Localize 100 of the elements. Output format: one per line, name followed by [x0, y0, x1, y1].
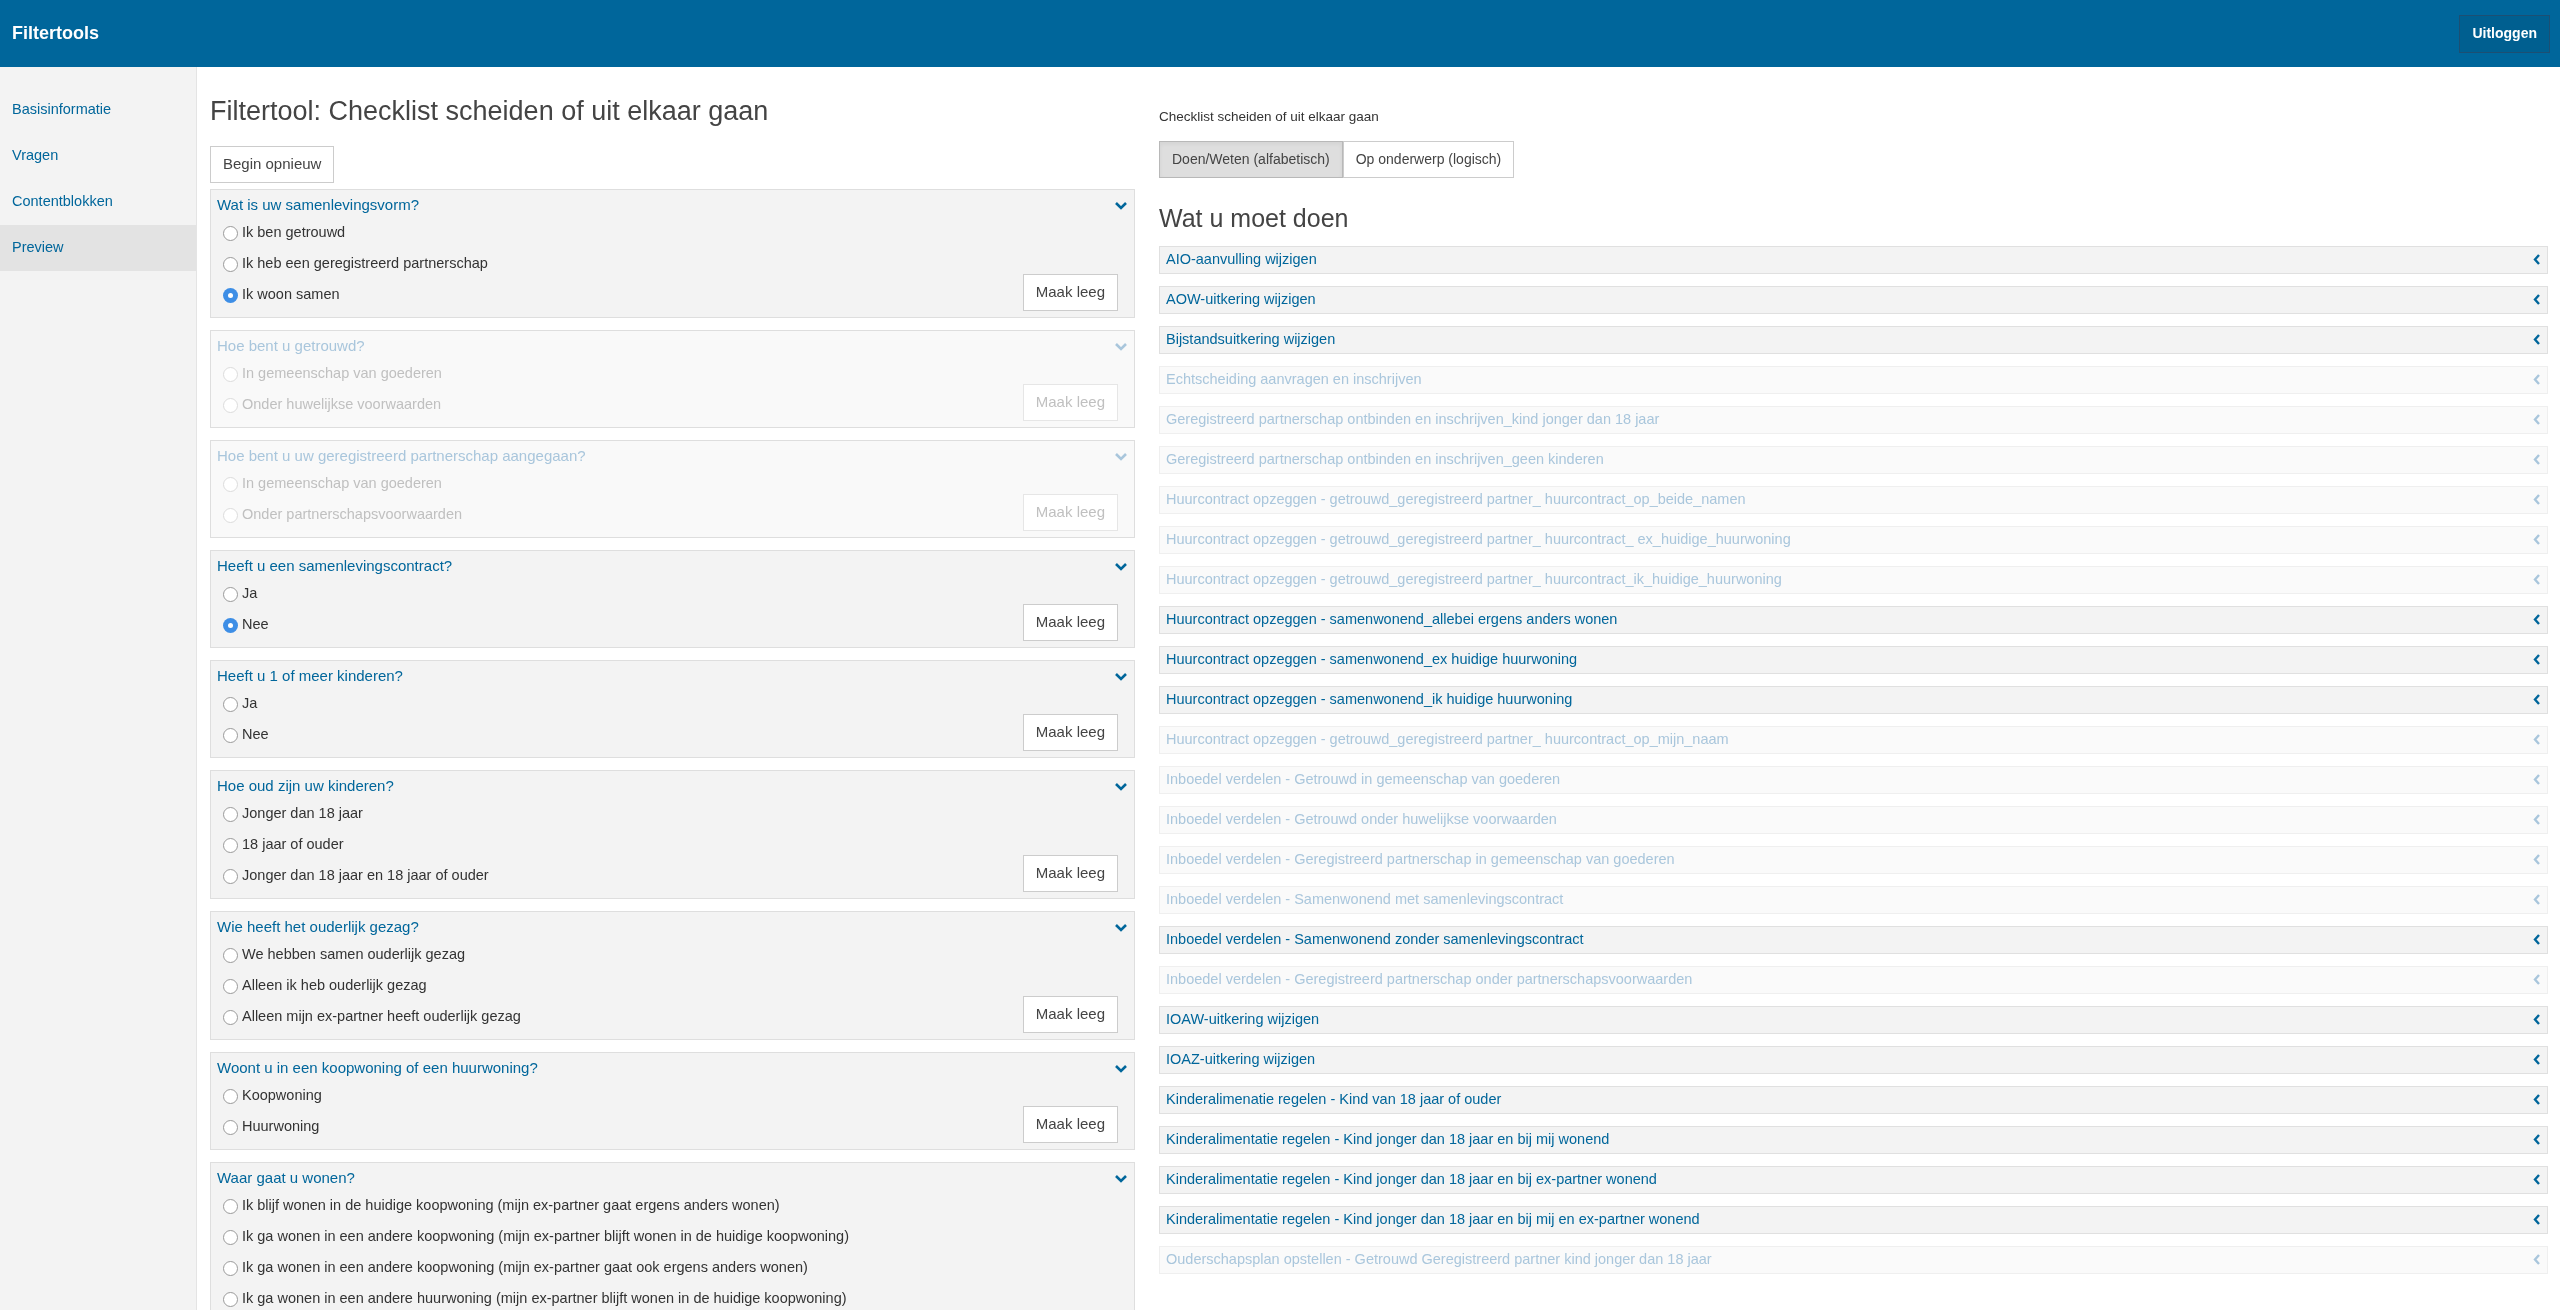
- chevron-left-icon[interactable]: [2532, 293, 2541, 307]
- radio-button[interactable]: [223, 806, 238, 822]
- question-title: Wie heeft het ouderlijk gezag?: [217, 917, 419, 938]
- question-title: Hoe bent u getrouwd?: [217, 336, 365, 357]
- option-label: Ik ga wonen in een andere huurwoning (mijn ex-partner blijft wonen in de huidige koopwoning): [242, 1289, 847, 1309]
- question-title: Wat is uw samenlevingsvorm?: [217, 195, 419, 216]
- page-title: Filtertool: Checklist scheiden of uit elkaar gaan: [210, 95, 770, 128]
- checklist-item-label: Bijstandsuitkering wijzigen: [1166, 329, 1336, 349]
- checklist-item-label: Inboedel verdelen - Geregistreerd partnerschap onder partnerschapsvoorwaarden: [1166, 969, 1693, 989]
- checklist-item[interactable]: Inboedel verdelen - Samenwonend zonder samenlevingscontract: [1159, 925, 2548, 954]
- sidebar-item[interactable]: Preview: [0, 225, 196, 271]
- radio-button[interactable]: [223, 225, 238, 241]
- radio-button[interactable]: [223, 696, 238, 712]
- clear-button[interactable]: Maak leeg: [1022, 603, 1118, 641]
- option-label: Huurwoning: [242, 1117, 320, 1137]
- checklist-item[interactable]: Kinderalimentatie regelen - Kind jonger dan 18 jaar en bij ex-partner wonend: [1159, 1165, 2548, 1194]
- checklist-item-label: Geregistreerd partnerschap ontbinden en inschrijven_kind jonger dan 18 jaar: [1166, 409, 1660, 429]
- checklist-item[interactable]: IOAW-uitkering wijzigen: [1159, 1005, 2548, 1034]
- option-label: Jonger dan 18 jaar en 18 jaar of ouder: [242, 866, 489, 886]
- chevron-down-icon[interactable]: [1114, 671, 1128, 682]
- chevron-left-icon[interactable]: [2532, 333, 2541, 347]
- option-label: In gemeenschap van goederen: [242, 364, 442, 384]
- radio-button[interactable]: [223, 1291, 238, 1307]
- checklist-item-label: Inboedel verdelen - Getrouwd onder huwelijkse voorwaarden: [1166, 809, 1557, 829]
- radio-button[interactable]: [223, 947, 238, 963]
- checklist-item[interactable]: IOAZ-uitkering wijzigen: [1159, 1045, 2548, 1074]
- sidebar-item[interactable]: Vragen: [0, 133, 196, 179]
- checklist-item-label: Kinderalimentatie regelen - Kind jonger dan 18 jaar en bij mij en ex-partner wonend: [1166, 1209, 1700, 1229]
- checklist-title: Checklist scheiden of uit elkaar gaan: [1159, 108, 1380, 126]
- clear-button[interactable]: Maak leeg: [1022, 713, 1118, 751]
- sidebar-item[interactable]: Basisinformatie: [0, 87, 196, 133]
- chevron-down-icon[interactable]: [1114, 922, 1128, 933]
- radio-selected[interactable]: [223, 287, 238, 303]
- view-tab[interactable]: Op onderwerp (logisch): [1342, 141, 1515, 179]
- checklist-item[interactable]: Kinderalimentatie regelen - Kind jonger dan 18 jaar en bij mij en ex-partner wonend: [1159, 1205, 2548, 1234]
- checklist-item-label: Ouderschapsplan opstellen - Getrouwd Geregistreerd partner kind jonger dan 18 jaar: [1166, 1249, 1712, 1269]
- question-title: Waar gaat u wonen?: [217, 1168, 355, 1189]
- chevron-down-icon[interactable]: [1114, 781, 1128, 792]
- chevron-left-icon[interactable]: [2532, 1053, 2541, 1067]
- checklist-item-label: IOAZ-uitkering wijzigen: [1166, 1049, 1316, 1069]
- checklist-item[interactable]: AOW-uitkering wijzigen: [1159, 285, 2548, 314]
- checklist-item[interactable]: Bijstandsuitkering wijzigen: [1159, 325, 2548, 354]
- option-label: Ja: [242, 584, 258, 604]
- radio-button[interactable]: [223, 586, 238, 602]
- checklist-item-label: Inboedel verdelen - Geregistreerd partnerschap in gemeenschap van goederen: [1166, 849, 1675, 869]
- checklist-item-label: Huurcontract opzeggen - samenwonend_allebei ergens anders wonen: [1166, 609, 1618, 629]
- option-label: Alleen mijn ex-partner heeft ouderlijk gezag: [242, 1007, 521, 1027]
- chevron-down-icon[interactable]: [1114, 200, 1128, 211]
- chevron-down-icon[interactable]: [1114, 1173, 1128, 1184]
- option-label: Onder partnerschapsvoorwaarden: [242, 505, 463, 525]
- radio-button[interactable]: [223, 1198, 238, 1214]
- clear-button[interactable]: Maak leeg: [1022, 1105, 1118, 1143]
- radio-button[interactable]: [223, 1119, 238, 1135]
- radio-button[interactable]: [223, 1260, 238, 1276]
- chevron-left-icon[interactable]: [2532, 1213, 2541, 1227]
- chevron-left-icon[interactable]: [2532, 1133, 2541, 1147]
- chevron-left-icon[interactable]: [2532, 693, 2541, 707]
- option-label: 18 jaar of ouder: [242, 835, 344, 855]
- radio-button[interactable]: [223, 1009, 238, 1025]
- chevron-down-icon[interactable]: [1114, 561, 1128, 572]
- radio-button[interactable]: [223, 868, 238, 884]
- radio-button[interactable]: [223, 978, 238, 994]
- radio-selected[interactable]: [223, 617, 238, 633]
- option-label: Ik blijf wonen in de huidige koopwoning (mijn ex-partner gaat ergens anders wonen): [242, 1196, 780, 1216]
- radio-button[interactable]: [223, 837, 238, 853]
- checklist-item-label: Huurcontract opzeggen - samenwonend_ex huidige huurwoning: [1166, 649, 1578, 669]
- checklist-item[interactable]: Kinderalimentatie regelen - Kind jonger dan 18 jaar en bij mij wonend: [1159, 1125, 2548, 1154]
- chevron-left-icon[interactable]: [2532, 933, 2541, 947]
- checklist-item[interactable]: Kinderalimenatie regelen - Kind van 18 jaar of ouder: [1159, 1085, 2548, 1114]
- chevron-left-icon[interactable]: [2532, 1013, 2541, 1027]
- chevron-left-icon[interactable]: [2532, 1173, 2541, 1187]
- checklist-item[interactable]: Huurcontract opzeggen - samenwonend_allebei ergens anders wonen: [1159, 605, 2548, 634]
- radio-button[interactable]: [223, 727, 238, 743]
- view-tab[interactable]: Doen/Weten (alfabetisch): [1159, 141, 1343, 179]
- option-label: Koopwoning: [242, 1086, 322, 1106]
- chevron-left-icon[interactable]: [2532, 1093, 2541, 1107]
- checklist-item[interactable]: AIO-aanvulling wijzigen: [1159, 245, 2548, 274]
- clear-button[interactable]: Maak leeg: [1022, 273, 1118, 311]
- option-label: Nee: [242, 615, 269, 635]
- radio-button[interactable]: [223, 1088, 238, 1104]
- chevron-left-icon[interactable]: [2532, 253, 2541, 267]
- option-label: Ik heb een geregistreerd partnerschap: [242, 254, 488, 274]
- option-label: Ik woon samen: [242, 285, 340, 305]
- app-title: Filtertools: [12, 22, 99, 45]
- sidebar-item[interactable]: Contentblokken: [0, 179, 196, 225]
- checklist-item[interactable]: Huurcontract opzeggen - samenwonend_ex huidige huurwoning: [1159, 645, 2548, 674]
- chevron-down-icon[interactable]: [1114, 1063, 1128, 1074]
- chevron-left-icon[interactable]: [2532, 653, 2541, 667]
- clear-button[interactable]: Maak leeg: [1022, 995, 1118, 1033]
- radio-button[interactable]: [223, 256, 238, 272]
- logout-button[interactable]: Uitloggen: [2459, 14, 2550, 53]
- restart-button[interactable]: Begin opnieuw: [210, 145, 335, 183]
- checklist-item-label: Huurcontract opzeggen - samenwonend_ik huidige huurwoning: [1166, 689, 1573, 709]
- option-label: Ik ben getrouwd: [242, 223, 346, 243]
- radio-button[interactable]: [223, 1229, 238, 1245]
- clear-button[interactable]: Maak leeg: [1022, 854, 1118, 892]
- chevron-left-icon[interactable]: [2532, 613, 2541, 627]
- checklist-item-label: Inboedel verdelen - Getrouwd in gemeenschap van goederen: [1166, 769, 1561, 789]
- checklist-item[interactable]: Huurcontract opzeggen - samenwonend_ik huidige huurwoning: [1159, 685, 2548, 714]
- option-label: Ik ga wonen in een andere koopwoning (mijn ex-partner blijft wonen in de huidige koopwoning): [242, 1227, 849, 1247]
